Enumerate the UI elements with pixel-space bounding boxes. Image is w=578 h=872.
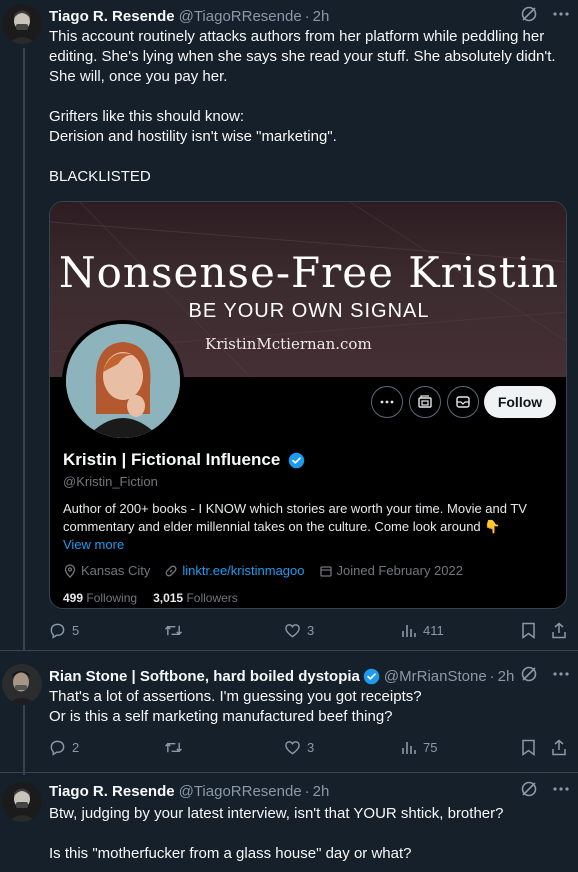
author-handle[interactable]: @TiagoRResende: [179, 8, 302, 25]
profile-bio: Author of 200+ books - I KNOW which stor…: [63, 501, 527, 534]
like-button[interactable]: 3: [284, 622, 314, 639]
more-icon[interactable]: [552, 780, 570, 802]
tweet-text: This account routinely attacks authors f…: [49, 28, 556, 185]
reply-icon: [50, 740, 65, 756]
grok-icon[interactable]: [520, 665, 538, 687]
bookmark-button[interactable]: [521, 622, 536, 639]
tweet-divider: [0, 772, 578, 773]
author-name[interactable]: Tiago R. Resende: [49, 8, 175, 25]
tweet-header: Tiago R. Resende @TiagoRResende · 2h: [49, 6, 570, 26]
profile-link[interactable]: linktr.ee/kristinmagoo: [182, 563, 304, 578]
bookmark-icon: [522, 622, 535, 639]
following-count: 499: [63, 591, 84, 605]
like-icon: [285, 741, 300, 755]
tweet-divider: [0, 650, 578, 651]
more-icon: [380, 400, 394, 404]
author-handle[interactable]: @TiagoRResende: [179, 783, 302, 800]
tweet-actions: 2 3 75: [49, 739, 570, 759]
views-count: 75: [423, 739, 438, 755]
tweet-text: That's a lot of assertions. I'm guessing…: [49, 688, 422, 725]
share-icon: [552, 622, 566, 639]
profile-avatar: [62, 320, 184, 442]
views-button[interactable]: 75: [401, 739, 437, 755]
grok-icon[interactable]: [520, 780, 538, 802]
timestamp[interactable]: 2h: [498, 668, 515, 685]
profile-location: Kansas City: [81, 563, 151, 578]
avatar[interactable]: [2, 782, 42, 822]
views-icon: [402, 625, 416, 637]
tweet-header: Tiago R. Resende @TiagoRResende · 2h: [49, 781, 570, 801]
retweet-button[interactable]: [164, 622, 189, 639]
author-name[interactable]: Rian Stone | Softbone, hard boiled dysto…: [49, 668, 360, 685]
view-more-link[interactable]: View more: [63, 537, 124, 552]
share-button[interactable]: [551, 622, 567, 639]
followers-stat: 3,015 Followers: [153, 591, 238, 605]
views-icon: [402, 742, 416, 754]
message-icon: [456, 396, 470, 408]
notify-icon: [418, 395, 432, 408]
followers-count: 3,015: [153, 591, 184, 605]
views-count: 411: [423, 622, 444, 638]
more-options-button[interactable]: [371, 386, 403, 418]
tweet[interactable]: Tiago R. Resende @TiagoRResende · 2h Btw…: [0, 775, 578, 872]
following-stat: 499 Following: [63, 591, 137, 605]
link-icon: [165, 565, 177, 576]
retweet-icon: [164, 625, 183, 636]
retweet-button[interactable]: [164, 739, 189, 756]
location-icon: [64, 563, 76, 578]
author-name[interactable]: Tiago R. Resende: [49, 783, 175, 800]
reply-count: 5: [72, 623, 80, 638]
tweet-actions: 5 3 411: [49, 622, 570, 642]
like-button[interactable]: 3: [284, 739, 314, 756]
separator-dot: ·: [304, 7, 310, 25]
following-label: Following: [86, 591, 138, 605]
like-count: 3: [307, 740, 315, 755]
author-handle[interactable]: @MrRianStone: [384, 668, 487, 685]
tweet[interactable]: Tiago R. Resende @TiagoRResende · 2h Thi…: [0, 0, 578, 650]
avatar[interactable]: [2, 4, 42, 44]
reply-count: 2: [72, 740, 80, 755]
separator-dot: ·: [304, 782, 310, 800]
profile-joined: Joined February 2022: [336, 563, 463, 578]
profile-meta: Kansas City linktr.ee/kristinmagoo Joine…: [63, 563, 463, 578]
bookmark-icon: [522, 739, 535, 756]
grok-icon[interactable]: [520, 5, 538, 27]
timestamp[interactable]: 2h: [313, 783, 330, 800]
bookmark-button[interactable]: [521, 739, 536, 756]
follow-button[interactable]: Follow: [484, 386, 556, 418]
more-icon[interactable]: [552, 665, 570, 687]
reply-icon: [50, 623, 65, 639]
embedded-profile-image[interactable]: Nonsense-Free Kristin BE YOUR OWN SIGNAL…: [49, 201, 567, 609]
notify-button[interactable]: [409, 386, 441, 418]
share-button[interactable]: [551, 739, 567, 756]
reply-button[interactable]: 5: [49, 622, 79, 639]
message-button[interactable]: [447, 386, 479, 418]
banner-title: Nonsense-Free Kristin: [58, 248, 560, 297]
profile-name: Kristin | Fictional Influence: [63, 450, 281, 469]
timestamp[interactable]: 2h: [313, 8, 330, 25]
share-icon: [552, 739, 566, 756]
verified-icon: [363, 668, 380, 684]
profile-stats: 499 Following 3,015 Followers: [63, 591, 238, 605]
profile-name-row: Kristin | Fictional Influence: [63, 450, 305, 470]
tweet[interactable]: Rian Stone | Softbone, hard boiled dysto…: [0, 660, 578, 772]
views-button[interactable]: 411: [401, 622, 444, 638]
calendar-icon: [319, 565, 332, 577]
retweet-icon: [164, 742, 183, 753]
followers-label: Followers: [186, 591, 238, 605]
separator-dot: ·: [489, 667, 495, 685]
like-count: 3: [307, 623, 315, 638]
tweet-text: Btw, judging by your latest interview, i…: [49, 805, 504, 862]
like-icon: [285, 624, 300, 638]
banner-url: KristinMctiernan.com: [205, 335, 372, 353]
tweet-header: Rian Stone | Softbone, hard boiled dysto…: [49, 666, 570, 686]
profile-handle: @Kristin_Fiction: [63, 474, 158, 489]
verified-icon: [289, 452, 305, 468]
reply-button[interactable]: 2: [49, 739, 79, 756]
avatar[interactable]: [2, 664, 42, 704]
more-icon[interactable]: [552, 5, 570, 27]
